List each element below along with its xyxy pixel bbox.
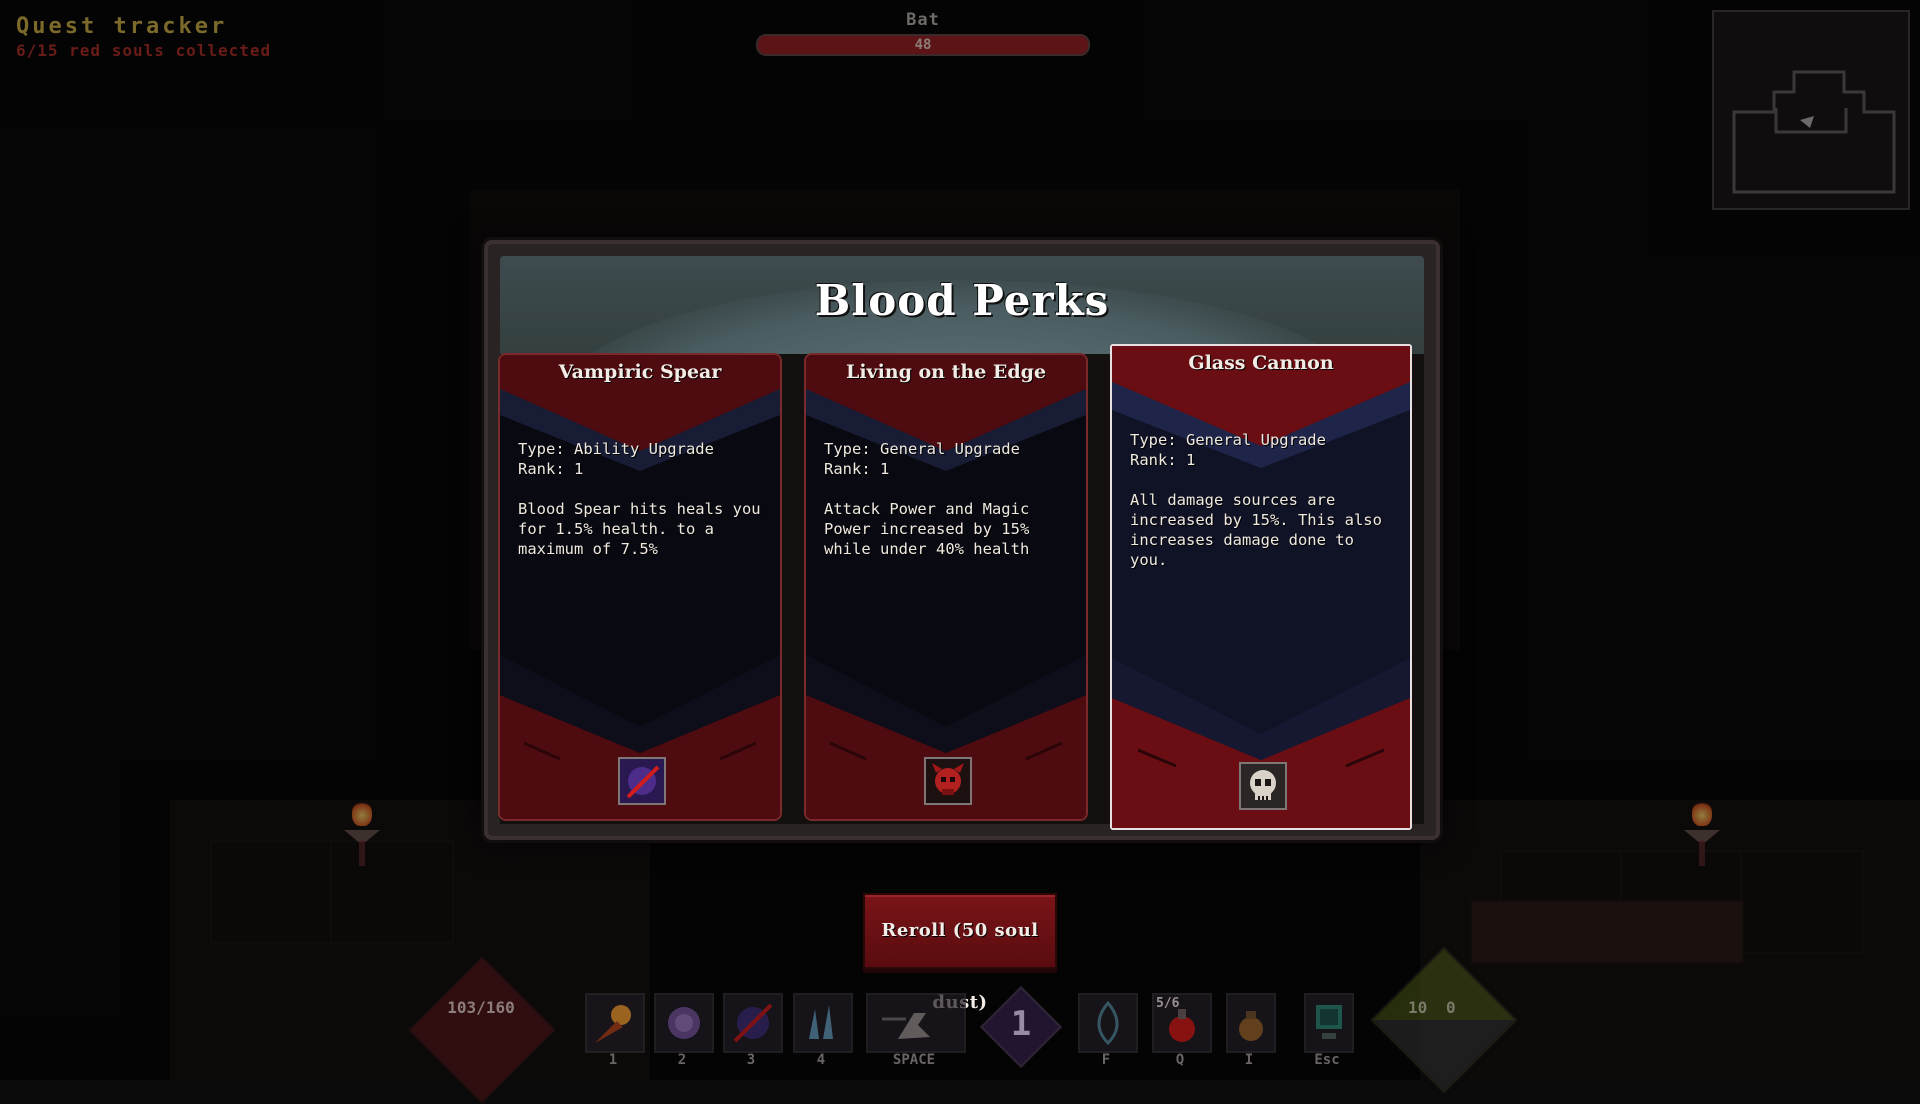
hotbar-key-2: 2 xyxy=(677,1052,687,1068)
card-type: Type: Ability Upgrade xyxy=(518,440,714,458)
ice-shards-icon xyxy=(809,1005,833,1039)
card-title: Living on the Edge xyxy=(845,361,1047,383)
leaf-icon xyxy=(1097,1000,1119,1046)
card-description: Blood Spear hits heals you for 1.5% heal… xyxy=(518,500,761,558)
card-rank: Rank: 1 xyxy=(824,460,890,478)
quest-tracker: Quest tracker 6/15 red souls collected xyxy=(16,14,271,60)
hotbar-slot-3[interactable] xyxy=(723,993,783,1053)
wall-torch-left xyxy=(340,800,384,870)
level-value: 1 xyxy=(1010,1004,1032,1044)
card-description: All damage sources are increased by 15%.… xyxy=(1130,491,1382,569)
card-title: Vampiric Spear xyxy=(558,361,722,383)
blood-spear-icon xyxy=(618,757,666,805)
quest-tracker-title: Quest tracker xyxy=(16,14,228,39)
minimap-rooms xyxy=(1732,70,1896,194)
hotbar-key-q: Q xyxy=(1175,1052,1185,1068)
enemy-health-bar: 48 xyxy=(756,34,1090,56)
currency-right-value: 0 xyxy=(1446,998,1456,1017)
card-background xyxy=(806,355,1086,819)
health-value: 103/160 xyxy=(447,998,515,1017)
hotbar-slot-i[interactable] xyxy=(1226,993,1276,1053)
hotbar-slot-esc[interactable] xyxy=(1304,993,1354,1053)
card-description: Attack Power and Magic Power increased b… xyxy=(824,500,1030,558)
hotbar-slot-2[interactable] xyxy=(654,993,714,1053)
hotbar-key-space: SPACE xyxy=(892,1052,936,1068)
skull-icon xyxy=(1239,762,1287,810)
card-rank: Rank: 1 xyxy=(518,460,584,478)
hotbar-key-esc: Esc xyxy=(1314,1052,1340,1068)
hotbar-key-3: 3 xyxy=(746,1052,756,1068)
torch-flame xyxy=(1692,800,1712,826)
hotbar-key-f: F xyxy=(1101,1052,1111,1068)
card-type: Type: General Upgrade xyxy=(1130,431,1326,449)
enemy-health-panel: Bat 48 xyxy=(756,10,1090,56)
modal-header: Blood Perks xyxy=(500,256,1424,354)
torch-flame xyxy=(352,800,372,826)
card-details: Type: General Upgrade Rank: 1 All damage… xyxy=(1130,430,1394,570)
card-rank: Rank: 1 xyxy=(1130,451,1196,469)
potion-count: 5/6 xyxy=(1156,996,1180,1011)
card-background xyxy=(500,355,780,819)
modal-title: Blood Perks xyxy=(814,276,1110,325)
dash-icon xyxy=(882,1013,930,1039)
demon-skull-icon xyxy=(924,757,972,805)
reroll-button[interactable]: Reroll (50 soul dust) xyxy=(863,893,1057,1013)
card-background xyxy=(1112,346,1410,828)
card-type: Type: General Upgrade xyxy=(824,440,1020,458)
quest-progress: 6/15 red souls collected xyxy=(16,41,272,60)
minimap[interactable] xyxy=(1712,10,1910,210)
blood-spear-icon xyxy=(733,1003,773,1043)
torch-stick xyxy=(1699,840,1705,866)
currency-left-value: 10 xyxy=(1408,998,1428,1017)
hotbar-key-i: I xyxy=(1244,1052,1254,1068)
hotbar-slot-f[interactable] xyxy=(1078,993,1138,1053)
card-details: Type: Ability Upgrade Rank: 1 Blood Spea… xyxy=(518,439,764,559)
enemy-health-value: 48 xyxy=(914,37,932,53)
card-details: Type: General Upgrade Rank: 1 Attack Pow… xyxy=(824,439,1070,559)
hotbar-slot-1[interactable] xyxy=(585,993,645,1053)
bag-icon xyxy=(1239,1011,1263,1041)
perk-card-glass-cannon[interactable]: Glass Cannon Type: General Upgrade Rank:… xyxy=(1110,344,1412,830)
player-marker-icon xyxy=(1800,116,1814,128)
spiked-orb-icon xyxy=(668,1007,700,1039)
fireball-icon xyxy=(595,1005,631,1043)
hotbar-slot-space[interactable] xyxy=(866,993,966,1053)
wall-torch-right xyxy=(1680,800,1724,870)
hotbar-key-4: 4 xyxy=(816,1052,826,1068)
enemy-name: Bat xyxy=(906,10,940,30)
perk-card-vampiric-spear[interactable]: Vampiric Spear Type: Ability Upgrade Ran… xyxy=(498,353,782,821)
torch-stick xyxy=(359,840,365,866)
computer-icon xyxy=(1316,1005,1342,1039)
card-title: Glass Cannon xyxy=(1188,352,1334,374)
hotbar-key-1: 1 xyxy=(608,1052,618,1068)
hotbar-slot-4[interactable] xyxy=(793,993,853,1053)
perk-card-living-on-the-edge[interactable]: Living on the Edge Type: General Upgrade… xyxy=(804,353,1088,821)
